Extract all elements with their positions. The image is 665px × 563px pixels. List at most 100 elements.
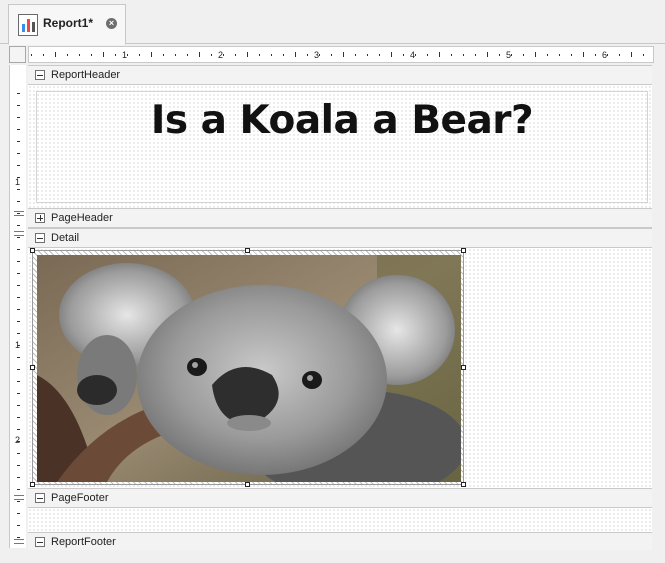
- tab-label: Report1*: [43, 16, 94, 30]
- horizontal-ruler: 1 2 3 4 5 6: [28, 46, 654, 63]
- vertical-ruler: 1 1 2: [9, 65, 26, 548]
- ruler-tick: [91, 54, 92, 56]
- ruler-tick: [571, 54, 572, 56]
- ruler-tick: [487, 52, 488, 57]
- ruler-tick: [17, 309, 20, 310]
- band-header-report-footer[interactable]: ReportFooter: [28, 532, 652, 552]
- ruler-tick: [17, 117, 20, 118]
- ruler-tick: [523, 54, 524, 56]
- ruler-tick: [17, 189, 20, 190]
- ruler-tick: [583, 52, 584, 57]
- ruler-tick: [17, 273, 20, 274]
- ruler-tick: [379, 54, 380, 56]
- ruler-tick: [17, 105, 20, 106]
- ruler-tick: [547, 54, 548, 56]
- resize-handle[interactable]: [461, 482, 466, 487]
- report-designer: Report1* × 1 2 3 4 5 6 1 1 2 ReportHeade…: [0, 0, 665, 563]
- ruler-tick: [319, 54, 320, 56]
- ruler-tick: [451, 54, 452, 56]
- ruler-tick: [17, 285, 20, 286]
- collapse-icon[interactable]: [35, 537, 45, 547]
- collapse-icon[interactable]: [35, 233, 45, 243]
- ruler-tick: [17, 237, 20, 238]
- ruler-tick: [67, 54, 68, 56]
- ruler-tick: [17, 225, 20, 226]
- collapse-icon[interactable]: [35, 70, 45, 80]
- band-header-detail[interactable]: Detail: [28, 228, 652, 248]
- ruler-tick: [17, 489, 20, 490]
- ruler-tick: [463, 54, 464, 56]
- ruler-tick: [439, 52, 440, 57]
- band-page-footer[interactable]: [28, 508, 652, 532]
- band-label: PageHeader: [51, 212, 113, 224]
- ruler-tick: [499, 54, 500, 56]
- band-label: ReportFooter: [51, 536, 116, 548]
- ruler-tick: [17, 369, 20, 370]
- ruler-tick: [17, 297, 20, 298]
- ruler-tick: [295, 52, 296, 57]
- picture-control[interactable]: [32, 250, 464, 485]
- resize-handle[interactable]: [461, 248, 466, 253]
- horizontal-scroll-gutter[interactable]: [28, 550, 652, 563]
- ruler-tick: [17, 417, 20, 418]
- ruler-tick: [139, 54, 140, 56]
- ruler-tick: [415, 54, 416, 56]
- ruler-tick: [17, 465, 20, 466]
- resize-handle[interactable]: [30, 248, 35, 253]
- document-tab-strip: Report1* ×: [0, 0, 665, 45]
- ruler-tick: [17, 513, 20, 514]
- report-chart-icon: [18, 14, 38, 36]
- report-title-textbox[interactable]: Is a Koala a Bear?: [36, 91, 648, 203]
- band-label: PageFooter: [51, 492, 109, 504]
- resize-handle[interactable]: [30, 365, 35, 370]
- resize-handle[interactable]: [245, 248, 250, 253]
- ruler-tick: [271, 54, 272, 56]
- ruler-tick: [427, 54, 428, 56]
- ruler-tick: [607, 54, 608, 56]
- ruler-number: 2: [15, 435, 21, 445]
- tab-report1[interactable]: Report1* ×: [8, 4, 126, 45]
- ruler-tick: [223, 54, 224, 56]
- ruler-tick: [475, 54, 476, 56]
- ruler-tick: [343, 52, 344, 57]
- ruler-corner: [9, 46, 26, 63]
- ruler-tick: [17, 165, 20, 166]
- ruler-tick: [17, 129, 20, 130]
- ruler-tick: [17, 141, 20, 142]
- ruler-tick: [17, 249, 20, 250]
- collapse-icon[interactable]: [35, 493, 45, 503]
- ruler-tick: [535, 52, 536, 57]
- ruler-tick: [17, 477, 20, 478]
- expand-icon[interactable]: [35, 213, 45, 223]
- ruler-tick: [211, 54, 212, 56]
- band-header-report-header[interactable]: ReportHeader: [28, 65, 652, 85]
- ruler-tick: [17, 381, 20, 382]
- ruler-tick: [163, 54, 164, 56]
- report-title: Is a Koala a Bear?: [150, 98, 534, 143]
- ruler-tick: [403, 54, 404, 56]
- ruler-tick: [151, 52, 152, 57]
- resize-handle[interactable]: [461, 365, 466, 370]
- ruler-tick: [199, 52, 200, 57]
- resize-handle[interactable]: [30, 482, 35, 487]
- resize-handle[interactable]: [245, 482, 250, 487]
- band-header-page-header[interactable]: PageHeader: [28, 208, 652, 228]
- ruler-tick: [17, 525, 20, 526]
- ruler-tick: [631, 52, 632, 57]
- ruler-tick: [17, 153, 20, 154]
- ruler-tick: [17, 393, 20, 394]
- vertical-scroll-gutter[interactable]: [652, 65, 665, 563]
- ruler-tick: [259, 54, 260, 56]
- ruler-tick: [283, 54, 284, 56]
- ruler-tick: [247, 52, 248, 57]
- ruler-tick: [643, 54, 644, 56]
- ruler-tick: [17, 321, 20, 322]
- band-splitter-icon[interactable]: [11, 537, 27, 546]
- band-header-page-footer[interactable]: PageFooter: [28, 488, 652, 508]
- close-icon[interactable]: ×: [106, 18, 117, 29]
- koala-photo: [37, 255, 461, 482]
- band-label: Detail: [51, 232, 80, 244]
- ruler-tick: [559, 54, 560, 56]
- ruler-tick: [367, 54, 368, 56]
- ruler-tick: [619, 54, 620, 56]
